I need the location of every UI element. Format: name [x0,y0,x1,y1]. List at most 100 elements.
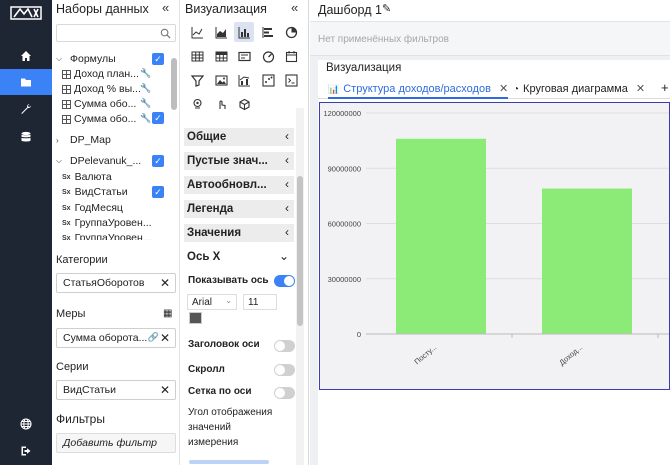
section-label: Ось X [187,251,221,263]
dataset-search-input[interactable] [56,24,176,42]
formula-icon [62,84,71,94]
checkbox-formula-item[interactable]: ✓ [152,112,164,124]
pie-chart-icon[interactable] [281,22,301,42]
card-icon[interactable] [234,46,254,66]
tree-item[interactable]: Sx ГодМесяц [62,201,123,215]
area-chart-icon[interactable] [211,22,231,42]
scroll-label: Скролл [188,364,225,375]
tree-folder-formulas[interactable]: ⌵ Формулы [56,52,116,66]
tree-item[interactable]: Сумма обо... [62,112,136,126]
tree-item[interactable]: Sx ВидСтатьи [62,185,128,199]
line-chart-icon[interactable] [187,22,207,42]
string-field-icon: Sx [62,219,71,227]
wrench-icon[interactable]: 🔧 [140,83,151,94]
chevron-down-icon: ⌵ [56,54,63,63]
checkbox-dataset[interactable]: ✓ [152,155,164,167]
cube-icon[interactable] [234,94,254,114]
tree-item[interactable]: Sx ГруппаУровен... [62,231,152,240]
font-size-input[interactable]: 11 [243,294,277,310]
series-field[interactable]: ВидСтатьи ✕ [56,380,176,400]
tab-pie[interactable]: ◔ Круговая диаграмма ✕ [513,79,645,99]
wrench-icon[interactable]: 🔧 [140,113,151,124]
tree-item[interactable]: Sx Валюта [62,170,112,184]
horizontal-bar-icon[interactable] [258,22,278,42]
checkbox-vidstati[interactable]: ✓ [152,186,164,198]
tree-item[interactable]: Sx ГруппаУровен... [62,216,152,230]
funnel-icon[interactable] [187,70,207,90]
remove-icon[interactable]: ✕ [160,276,170,290]
filters-bar: Нет применённых фильтров [310,22,670,56]
tree-scrollbar[interactable] [171,52,177,240]
section-label: Пустые знач... [187,155,268,167]
edit-icon[interactable]: ✎ [382,2,391,15]
checkbox-formulas[interactable]: ✓ [152,53,164,65]
section-axis-x[interactable]: Ось X ⌄ [184,248,294,266]
section-empty-values[interactable]: Пустые знач... ‹ [184,152,294,170]
tree-label: DP_Map [70,134,111,146]
map-pin-icon[interactable] [187,94,207,114]
tab-structure[interactable]: 📊 Структура доходов/расходов ✕ [328,79,509,99]
add-filter-button[interactable]: Добавить фильтр [56,433,176,453]
language-nav[interactable] [0,411,52,437]
tree-label: Валюта [74,171,112,183]
tree-item[interactable]: Доход план... [62,67,139,81]
wrench-icon[interactable]: 🔧 [140,68,151,79]
tools-nav[interactable] [0,96,52,122]
x-tick-label: Доход... [557,343,584,368]
table-icon[interactable] [187,46,207,66]
grid-label: Сетка по оси [188,386,252,397]
tree-label: ГодМесяц [74,202,123,214]
chevron-down-icon: ⌄ [225,296,232,305]
close-icon[interactable]: ✕ [636,83,645,95]
bar-chart: 0 30000000 60000000 90000000 120000000 Посту.… [323,109,669,368]
show-axis-toggle[interactable] [274,275,295,287]
section-values[interactable]: Значения ‹ [184,224,294,242]
section-autorefresh[interactable]: Автообновл... ‹ [184,176,294,194]
section-legend[interactable]: Легенда ‹ [184,200,294,218]
tree-item[interactable]: Доход % вы... [62,82,141,96]
calculator-icon[interactable]: ▦ [163,308,172,319]
font-family-select[interactable]: Arial ⌄ [187,294,237,310]
grid-toggle[interactable] [274,387,295,399]
y-tick-label: 0 [357,330,361,339]
wrench-icon[interactable]: 🔧 [140,98,151,109]
datasets-nav[interactable] [0,69,52,95]
remove-icon[interactable]: ✕ [160,383,170,397]
tree-dataset-dpelevanuk[interactable]: ⌵ DPelevanuk_... [56,154,141,168]
tree-item[interactable]: Сумма обо... [62,97,136,111]
database-nav[interactable] [0,124,52,150]
tree-label: Доход % вы... [74,83,141,95]
code-icon[interactable] [281,70,301,90]
link-icon[interactable]: 🔗 [148,332,159,343]
combo-chart-icon[interactable] [234,70,254,90]
collapse-viz-button[interactable]: « [291,0,298,15]
logout-nav[interactable] [0,438,52,464]
touch-icon[interactable] [211,94,231,114]
chevron-down-icon: ⌵ [56,156,63,165]
angle-label-1: Угол отображения [188,407,273,418]
image-icon[interactable] [211,70,231,90]
scatter-icon[interactable] [258,70,278,90]
formula-icon [62,114,71,124]
tree-dataset-dpmap[interactable]: › DP_Map [56,133,111,147]
bar-chart-icon[interactable] [234,22,254,42]
close-icon[interactable]: ✕ [499,83,508,95]
section-general[interactable]: Общие ‹ [184,128,294,146]
measures-field[interactable]: Сумма оборота... 🔗 ✕ [56,328,176,348]
angle-slider[interactable] [189,460,269,464]
scroll-toggle[interactable] [274,364,295,376]
home-nav[interactable] [0,43,52,69]
calendar-icon[interactable] [281,46,301,66]
color-swatch[interactable] [189,312,202,324]
string-field-icon: Sx [62,173,71,181]
categories-field[interactable]: СтатьяОборотов ✕ [56,273,176,293]
section-label: Автообновл... [187,179,267,191]
datasets-panel: Наборы данных « ⌵ Формулы Доход план... … [52,0,180,465]
pivot-table-icon[interactable] [211,46,231,66]
remove-icon[interactable]: ✕ [160,331,170,345]
viz-scrollbar[interactable] [296,108,304,465]
gauge-icon[interactable] [258,46,278,66]
add-tab-button[interactable]: + [661,77,669,97]
axis-title-toggle[interactable] [274,340,295,352]
collapse-datasets-button[interactable]: « [162,0,169,15]
